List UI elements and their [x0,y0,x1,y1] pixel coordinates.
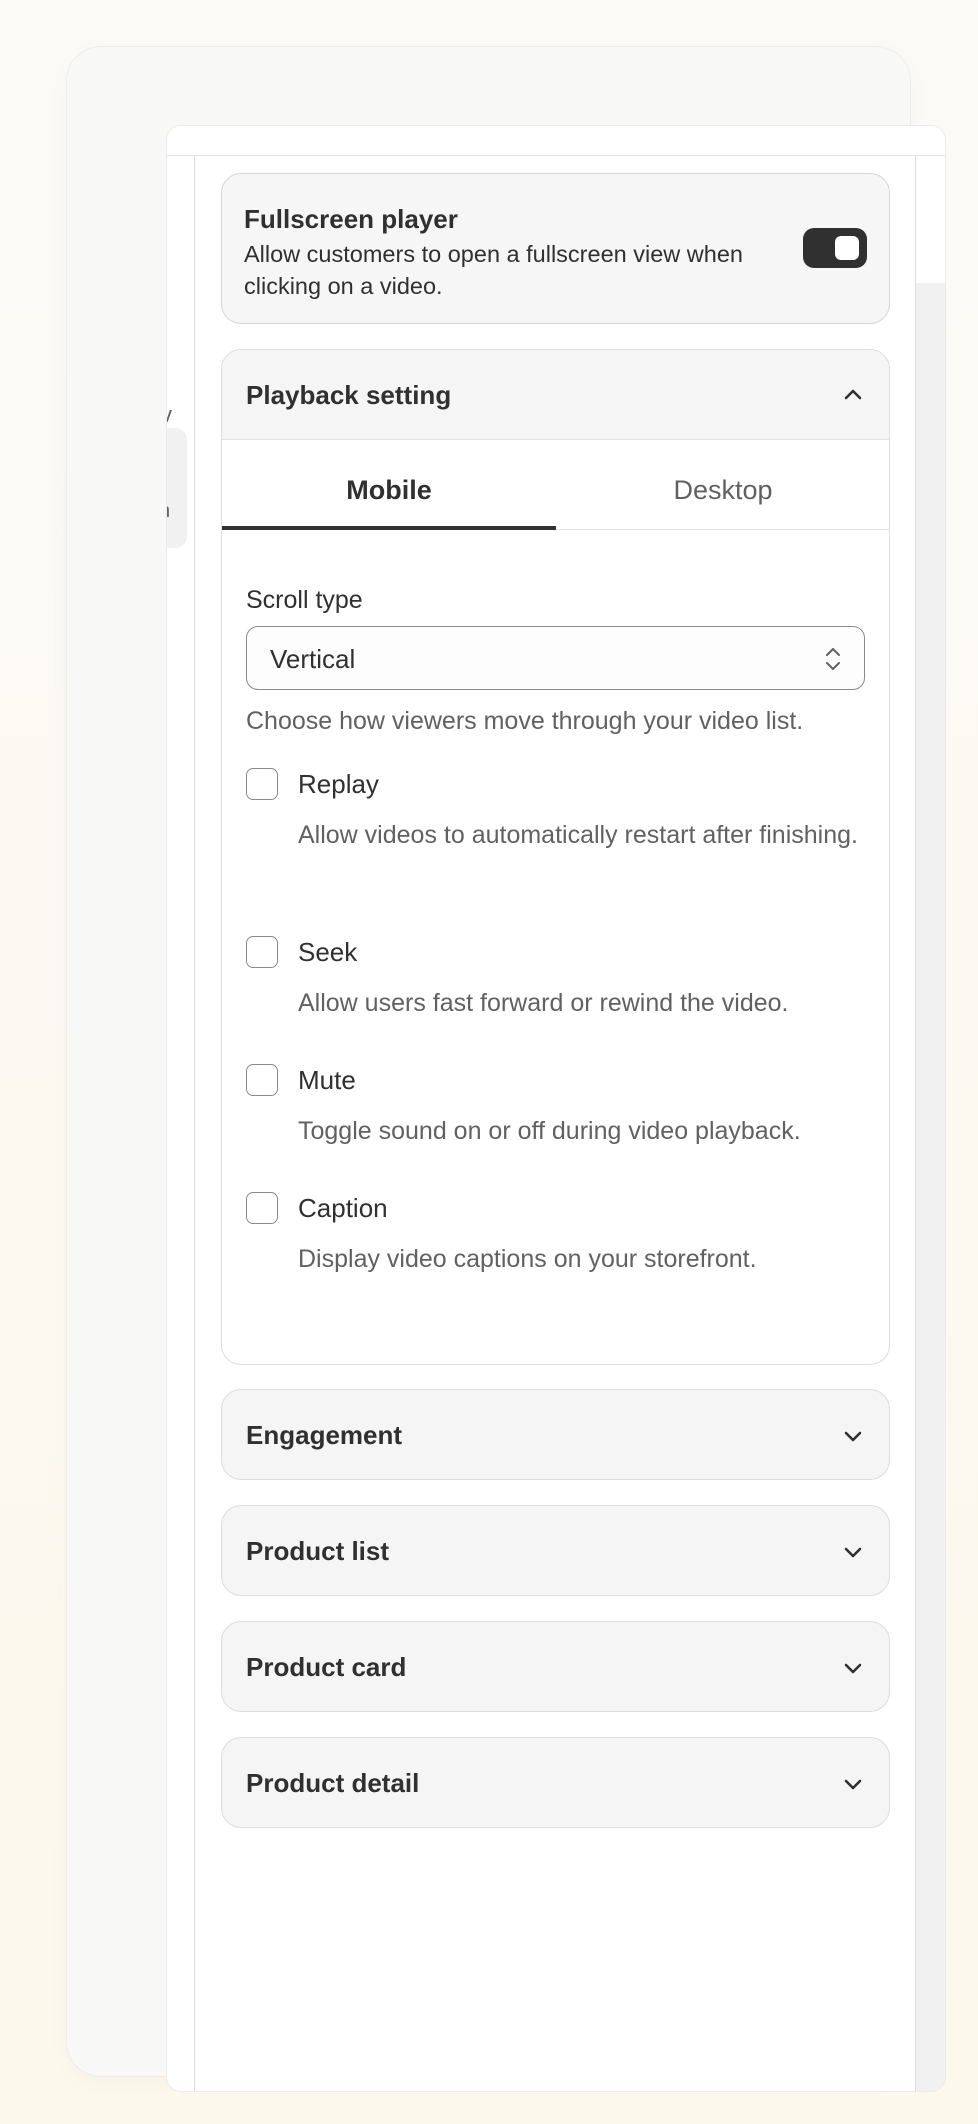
chevron-down-icon[interactable] [842,1657,864,1679]
scroll-type-label: Scroll type [246,586,363,614]
fullscreen-player-toggle[interactable] [803,228,867,268]
chevron-down-icon[interactable] [842,1541,864,1563]
mute-description: Toggle sound on or off during video play… [298,1117,801,1145]
section-title: Product detail [246,1768,420,1798]
device-frame: v n Fullscreen player Allow customers to… [67,47,945,2091]
section-engagement[interactable]: Engagement [221,1389,890,1480]
scroll-type-value: Vertical [270,644,356,674]
toggle-knob [835,236,859,260]
left-sidebar-edge: v n [167,156,195,2091]
caption-checkbox[interactable] [246,1192,278,1224]
top-bar [167,126,945,156]
section-product-card[interactable]: Product card [221,1621,890,1712]
replay-description: Allow videos to automatically restart af… [298,821,858,849]
playback-setting-card: Playback setting Mobile Desktop Scroll t… [221,349,890,1365]
caption-description: Display video captions on your storefron… [298,1245,757,1273]
sidebar-text-fragment: v [167,402,172,428]
seek-checkbox[interactable] [246,936,278,968]
tab-mobile[interactable]: Mobile [222,440,556,530]
chevron-down-icon[interactable] [842,1773,864,1795]
scroll-type-select[interactable]: Vertical [246,626,865,690]
replay-label: Replay [298,769,379,799]
fullscreen-player-card: Fullscreen player Allow customers to ope… [221,173,890,324]
caption-label: Caption [298,1193,388,1223]
replay-checkbox[interactable] [246,768,278,800]
section-product-detail[interactable]: Product detail [221,1737,890,1828]
seek-description: Allow users fast forward or rewind the v… [298,989,789,1017]
scroll-type-help: Choose how viewers move through your vid… [246,707,804,735]
seek-label: Seek [298,937,358,967]
device-tabs: Mobile Desktop [222,440,889,530]
sidebar-selected-item[interactable] [167,428,187,548]
mute-checkbox[interactable] [246,1064,278,1096]
mute-label: Mute [298,1065,356,1095]
chevron-up-icon[interactable] [842,384,864,406]
playback-setting-header[interactable]: Playback setting [222,350,889,440]
chevron-down-icon[interactable] [842,1425,864,1447]
playback-setting-title: Playback setting [246,380,452,410]
right-preview-edge [915,156,945,2091]
tab-desktop[interactable]: Desktop [556,440,889,530]
select-updown-icon [826,648,840,670]
section-title: Engagement [246,1420,403,1450]
app-screen: v n Fullscreen player Allow customers to… [167,126,945,2091]
section-product-list[interactable]: Product list [221,1505,890,1596]
section-title: Product card [246,1652,407,1682]
active-tab-indicator [222,526,556,530]
section-title: Product list [246,1536,390,1566]
fullscreen-player-title: Fullscreen player [244,204,458,234]
sidebar-text-fragment: n [167,500,170,523]
fullscreen-player-description: Allow customers to open a fullscreen vie… [244,241,743,299]
